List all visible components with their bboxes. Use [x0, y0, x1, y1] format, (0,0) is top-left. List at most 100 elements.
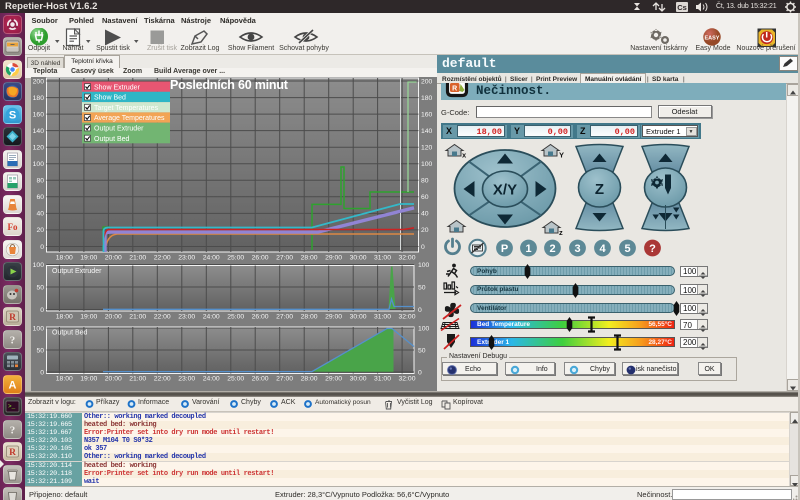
svg-text:21:00: 21:00 [129, 255, 146, 262]
svg-text:Output Extruder: Output Extruder [94, 126, 144, 133]
svg-text:40: 40 [36, 211, 44, 218]
svg-text:24:00: 24:00 [203, 255, 220, 262]
svg-text:Fo: Fo [8, 222, 18, 232]
svg-text:0: 0 [421, 244, 425, 251]
svg-text:0: 0 [40, 307, 44, 314]
svg-text:25:00: 25:00 [227, 255, 244, 262]
svg-text:23:00: 23:00 [178, 314, 195, 321]
svg-text:26:00: 26:00 [252, 376, 269, 383]
svg-text:60: 60 [36, 194, 44, 201]
svg-text:Show Bed: Show Bed [94, 95, 126, 102]
svg-text:A: A [9, 380, 17, 392]
svg-text:160: 160 [33, 111, 45, 118]
svg-text:100: 100 [418, 262, 430, 269]
svg-text:20: 20 [421, 227, 429, 234]
svg-text:31:00: 31:00 [374, 255, 391, 262]
svg-text:21:00: 21:00 [129, 376, 146, 383]
svg-text:29:00: 29:00 [325, 376, 342, 383]
svg-text:22:00: 22:00 [154, 255, 171, 262]
svg-text:Show Extruder: Show Extruder [94, 84, 141, 91]
svg-text:Average Temperatures: Average Temperatures [94, 115, 165, 122]
svg-text:EASY: EASY [705, 36, 720, 42]
svg-text:S: S [9, 110, 16, 122]
svg-text:28:00: 28:00 [301, 314, 318, 321]
svg-text:P: P [501, 243, 508, 255]
svg-text:0: 0 [418, 307, 422, 314]
svg-text:?: ? [649, 243, 656, 255]
svg-text:23:00: 23:00 [178, 376, 195, 383]
svg-text:100: 100 [418, 325, 430, 332]
svg-text:200: 200 [421, 78, 433, 85]
svg-text:28:00: 28:00 [301, 376, 318, 383]
svg-text:20:00: 20:00 [105, 255, 122, 262]
svg-text:32:00: 32:00 [398, 314, 415, 321]
svg-text:0: 0 [418, 369, 422, 376]
svg-text:29:00: 29:00 [325, 314, 342, 321]
svg-text:27:00: 27:00 [276, 255, 293, 262]
svg-text:100: 100 [33, 262, 45, 269]
svg-text:3: 3 [574, 243, 580, 255]
svg-text:120: 120 [33, 145, 45, 152]
svg-text:?: ? [10, 425, 16, 437]
svg-text:50: 50 [36, 347, 44, 354]
svg-text:100: 100 [33, 325, 45, 332]
svg-text:z: z [559, 228, 563, 237]
svg-text:>_: >_ [8, 403, 16, 410]
svg-text:Output Extruder: Output Extruder [52, 268, 102, 275]
svg-text:180: 180 [33, 95, 45, 102]
svg-text:Output Bed: Output Bed [52, 330, 88, 337]
svg-text:50: 50 [418, 284, 426, 291]
svg-text:2: 2 [549, 243, 555, 255]
svg-text:26:00: 26:00 [252, 255, 269, 262]
svg-text:Cs: Cs [677, 3, 687, 12]
svg-text:5: 5 [624, 243, 630, 255]
svg-text:20:00: 20:00 [105, 376, 122, 383]
svg-text:24:00: 24:00 [203, 314, 220, 321]
svg-text:80: 80 [36, 178, 44, 185]
svg-text:180: 180 [421, 95, 433, 102]
svg-text:22:00: 22:00 [154, 314, 171, 321]
svg-text:27:00: 27:00 [276, 314, 293, 321]
svg-text:R: R [452, 86, 457, 93]
svg-text:50: 50 [418, 347, 426, 354]
svg-text:31:00: 31:00 [374, 376, 391, 383]
svg-text:18:00: 18:00 [56, 376, 73, 383]
svg-text:22:00: 22:00 [154, 376, 171, 383]
svg-text:20:00: 20:00 [105, 314, 122, 321]
svg-text:1: 1 [525, 243, 531, 255]
svg-text:19:00: 19:00 [80, 314, 97, 321]
svg-text:21:00: 21:00 [129, 314, 146, 321]
svg-text:25:00: 25:00 [227, 314, 244, 321]
svg-text:30:00: 30:00 [350, 376, 367, 383]
svg-text:?: ? [10, 335, 16, 347]
svg-text:140: 140 [421, 128, 433, 135]
svg-text:200: 200 [33, 78, 45, 85]
svg-text:0: 0 [40, 369, 44, 376]
svg-text:18:00: 18:00 [56, 314, 73, 321]
svg-text:Posledních 60 minut: Posledních 60 minut [170, 78, 289, 92]
svg-text:32:00: 32:00 [398, 376, 415, 383]
svg-text:30:00: 30:00 [350, 314, 367, 321]
svg-text:25:00: 25:00 [227, 376, 244, 383]
svg-text:23:00: 23:00 [178, 255, 195, 262]
svg-text:R: R [9, 448, 16, 458]
svg-text:19:00: 19:00 [80, 376, 97, 383]
svg-text:29:00: 29:00 [325, 255, 342, 262]
svg-text:50: 50 [36, 284, 44, 291]
svg-text:R: R [9, 313, 16, 323]
svg-text:60: 60 [421, 194, 429, 201]
svg-text:31:00: 31:00 [374, 314, 391, 321]
svg-text:40: 40 [421, 211, 429, 218]
svg-text:100: 100 [421, 161, 433, 168]
svg-text:100: 100 [33, 161, 45, 168]
svg-text:Target Temperatures: Target Temperatures [94, 105, 159, 112]
svg-text:160: 160 [421, 111, 433, 118]
svg-text:28:00: 28:00 [301, 255, 318, 262]
svg-text:4: 4 [599, 243, 606, 255]
svg-text:140: 140 [33, 128, 45, 135]
svg-text:19:00: 19:00 [80, 255, 97, 262]
svg-text:Output Bed: Output Bed [94, 136, 130, 143]
svg-text:18:00: 18:00 [56, 255, 73, 262]
svg-text:0: 0 [40, 244, 44, 251]
svg-text:32:00: 32:00 [398, 255, 415, 262]
